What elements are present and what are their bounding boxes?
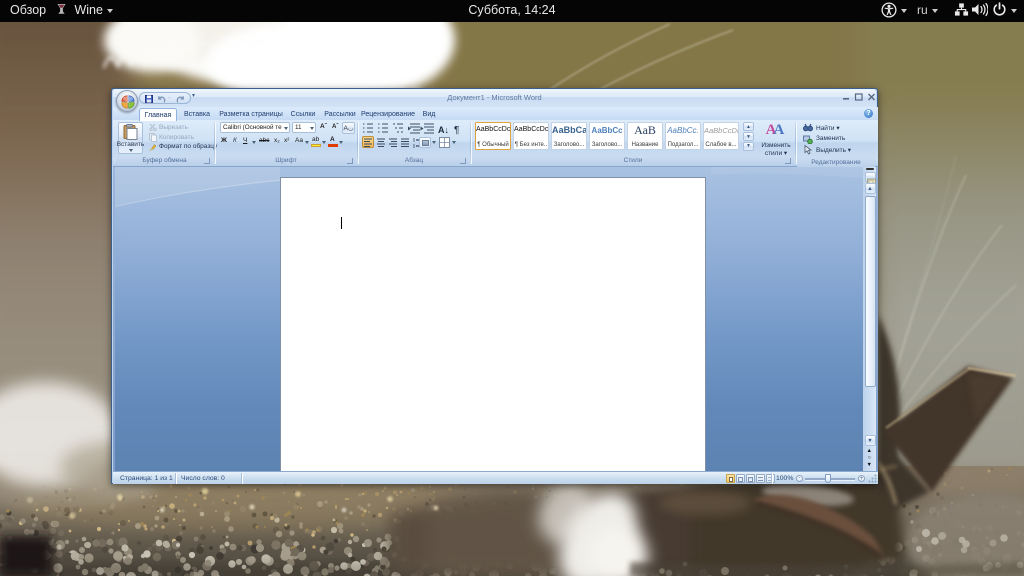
svg-text:А↓: А↓ [438,125,449,135]
svg-text:¶: ¶ [454,125,459,136]
